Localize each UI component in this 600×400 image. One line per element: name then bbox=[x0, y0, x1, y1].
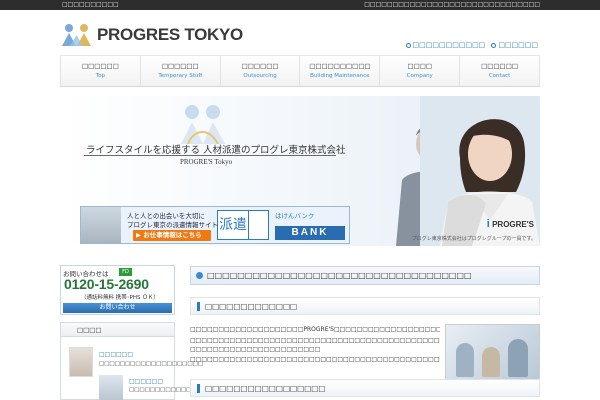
intro-paragraph-4: □□□□□□□□□□□□□□□□□□□□□□□□□□□□□□□□□□□□□□□□… bbox=[190, 356, 440, 363]
sidebar-news-title: □□□□ bbox=[61, 323, 174, 337]
nav-item-label: □□□□□□ bbox=[481, 62, 518, 70]
job-info-button[interactable]: ▶ お仕事情報はこちら bbox=[133, 230, 211, 241]
intro-paragraph-2: □□□□□□□□□□□□□□□□□□□□□□□□□□□□□□□□□□□□□□□□… bbox=[190, 337, 440, 344]
sidebar-news-link-1[interactable]: □□□□□□ bbox=[99, 351, 133, 358]
group-note: プログレ東京株式会社はプログレグループの一員です。 bbox=[411, 236, 536, 242]
people-logo-icon bbox=[62, 24, 91, 46]
heading-bar-icon bbox=[197, 384, 200, 393]
nav-item-sublabel: Outsourcing bbox=[243, 73, 277, 79]
banner-photo bbox=[81, 207, 121, 243]
nav-item-label: □□□□□□□□□□ bbox=[309, 62, 371, 70]
sidebar-news-desc-1: □□□□□□□□□□□□□□□□□□□□ bbox=[99, 361, 203, 367]
section-heading-text: □□□□□□□□□□□□□ bbox=[205, 302, 298, 311]
nav-item-sublabel: Company bbox=[406, 73, 433, 79]
avatar bbox=[99, 375, 123, 400]
heading-bar-icon bbox=[197, 302, 200, 311]
header-links: □□□□□□□□□□□ □□□□□□ bbox=[405, 41, 538, 49]
nav-item-label: □□□□□□ bbox=[241, 62, 279, 70]
nav-item-sublabel: Temporary Stuff bbox=[158, 73, 203, 79]
brand-name: PROGRES TOKYO bbox=[97, 25, 243, 44]
hero-banner: ライフスタイルを応援する 人材派遣のプログレ東京株式会社 PROGRE'S To… bbox=[60, 96, 540, 246]
header-link-1[interactable]: □□□□□□□□□□□ bbox=[405, 41, 486, 49]
nav-item-label: □□□□ bbox=[407, 62, 433, 70]
header-link-2-label: □□□□□□ bbox=[498, 41, 538, 49]
freedial-icon: FD bbox=[119, 268, 132, 276]
intro-paragraph-3: □□□□□□□□□□□□□□□□□□□□□□□ bbox=[190, 346, 321, 353]
nav-item-sublabel: Contact bbox=[488, 73, 511, 79]
staff-photo bbox=[445, 324, 540, 380]
logo[interactable]: PROGRES TOKYO bbox=[60, 22, 243, 48]
section-heading-2-text: □□□□□□□□□□□□□□□□□ bbox=[205, 384, 326, 393]
haken-mark-tail bbox=[249, 210, 269, 240]
nav-item-sublabel: Building Maintenance bbox=[310, 73, 370, 79]
nav-item-temporary-stuff[interactable]: □□□□□□ Temporary Stuff bbox=[139, 56, 220, 86]
nav-item-building-maintenance[interactable]: □□□□□□□□□□ Building Maintenance bbox=[299, 56, 379, 86]
sidebar-news: □□□□ □□□□□□ □□□□□□□□□□□□□□□□□□□□ □□□□□□ … bbox=[60, 322, 212, 400]
top-bar-right-text: □□□□□□□□□□□□□□□□□□□□□□□□□□□□□□□ bbox=[364, 1, 540, 8]
page: □□□□□□□□□□ □□□□□□□□□□□□□□□□□□□□□□□□□□□□□… bbox=[0, 0, 600, 400]
contact-box: お問い合わせは FD 0120-15-2690 （通話料無料 携帯･PHS ＯＫ… bbox=[60, 265, 175, 315]
group-logo-text: PROGRE'S bbox=[492, 220, 534, 229]
top-bar: □□□□□□□□□□ □□□□□□□□□□□□□□□□□□□□□□□□□□□□□… bbox=[0, 0, 600, 10]
circle-icon bbox=[405, 42, 411, 48]
divider bbox=[84, 155, 336, 156]
hero-subtitle: PROGRE'S Tokyo bbox=[180, 158, 233, 166]
main-heading-text: □□□□□□□□□□□□□□□□□□□□□□□□□□□□□□□□□□□ bbox=[207, 271, 472, 280]
person-figure bbox=[508, 339, 528, 377]
circle-icon bbox=[491, 42, 497, 48]
main-heading: □□□□□□□□□□□□□□□□□□□□□□□□□□□□□□□□□□□ bbox=[190, 266, 540, 285]
nav-item-top[interactable]: □□□□□□ Top bbox=[60, 56, 140, 86]
nav-item-contact[interactable]: □□□□□□ Contact bbox=[459, 56, 540, 86]
hero-tagline: ライフスタイルを応援する 人材派遣のプログレ東京株式会社 bbox=[86, 145, 346, 156]
group-logo-mark: i bbox=[486, 218, 490, 230]
haken-bank-banner[interactable]: 人と人との出会いを大切に プログレ東京の派遣情報サイト ▶ お仕事情報はこちら … bbox=[80, 206, 350, 244]
header-link-1-label: □□□□□□□□□□□ bbox=[412, 41, 486, 49]
nav-item-label: □□□□□□ bbox=[161, 62, 199, 70]
main-nav: □□□□□□ Top □□□□□□ Temporary Stuff □□□□□□ Ou… bbox=[60, 55, 540, 87]
phone-note: （通話料無料 携帯･PHS ＯＫ） bbox=[81, 295, 159, 301]
nav-item-outsourcing[interactable]: □□□□□□ Outsourcing bbox=[219, 56, 300, 86]
haken-mark: 派遣 bbox=[217, 210, 249, 240]
banner-line-2: プログレ東京の派遣情報サイト bbox=[127, 221, 218, 229]
header-link-2[interactable]: □□□□□□ bbox=[491, 41, 538, 49]
top-bar-left-text: □□□□□□□□□□ bbox=[62, 1, 119, 8]
people-watermark-icon bbox=[181, 105, 225, 144]
nav-item-sublabel: Top bbox=[95, 73, 106, 79]
nav-item-company[interactable]: □□□□ Company bbox=[379, 56, 459, 86]
person-figure bbox=[482, 347, 500, 377]
contact-button[interactable]: お問い合わせ bbox=[63, 303, 172, 313]
section-heading: □□□□□□□□□□□□□ bbox=[190, 297, 540, 315]
avatar bbox=[69, 347, 93, 377]
nav-item-label: □□□□□□ bbox=[81, 62, 119, 70]
heading-bullet-icon bbox=[196, 272, 203, 279]
section-heading-2: □□□□□□□□□□□□□□□□□ bbox=[190, 379, 540, 397]
progres-group-logo: i PROGRE'S bbox=[487, 218, 534, 230]
phone-number[interactable]: 0120-15-2690 bbox=[64, 276, 149, 292]
sidebar-news-link-2[interactable]: □□□□□□ bbox=[129, 378, 163, 385]
haken-bank-label: はけんバンク bbox=[275, 212, 315, 220]
intro-paragraph-1: □□□□□□□□□□□□□□□□□□□□PROGRE'S□□□□□□□□□□□□… bbox=[190, 326, 440, 333]
person-figure bbox=[456, 343, 474, 377]
bank-label: BANK bbox=[275, 226, 345, 240]
